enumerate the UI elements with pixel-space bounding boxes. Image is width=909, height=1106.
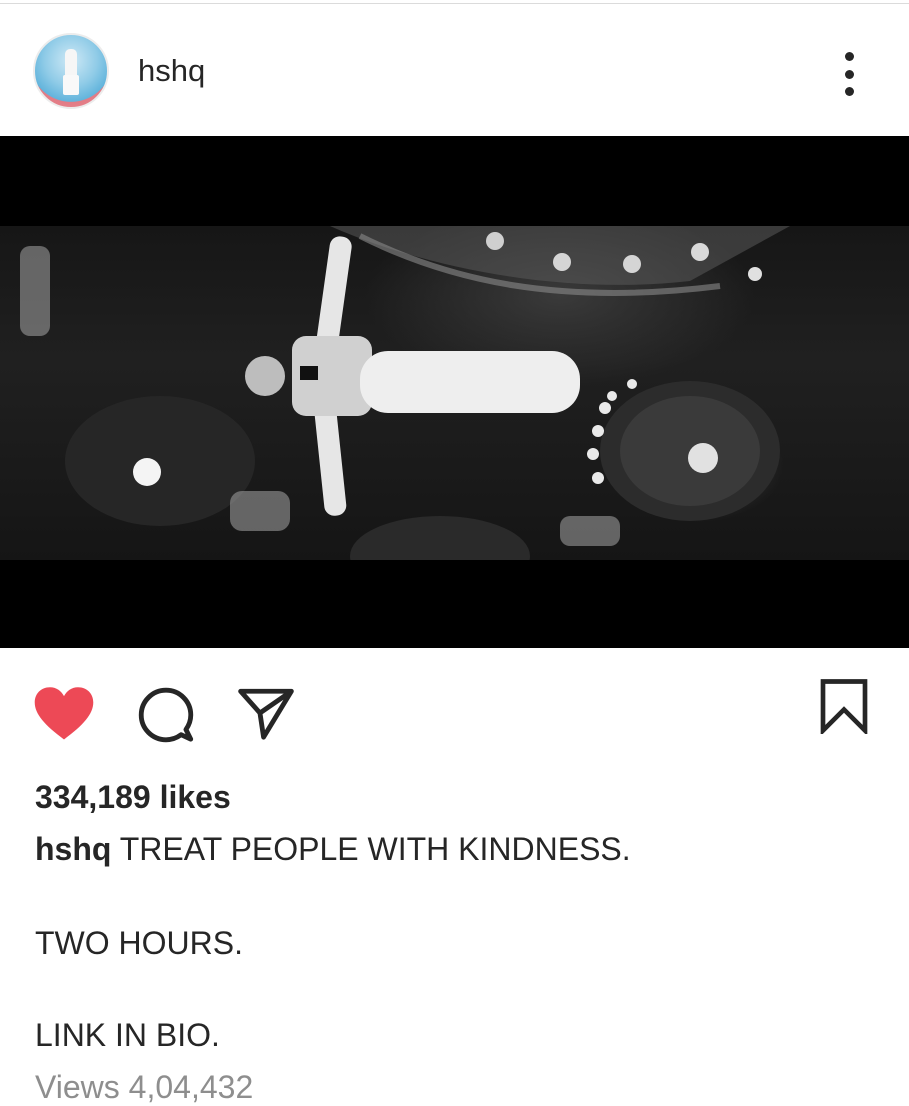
caption-first-line: hshq TREAT PEOPLE WITH KINDNESS.	[35, 830, 875, 868]
comment-svg	[138, 687, 194, 743]
paper-plane-icon[interactable]	[236, 684, 296, 742]
bookmark-icon[interactable]	[818, 678, 870, 737]
post-media[interactable]	[0, 136, 909, 648]
heart-svg	[34, 687, 94, 740]
views-count: Views 4,04,432	[35, 1069, 254, 1105]
more-dot	[844, 52, 854, 61]
video-frame	[0, 226, 909, 560]
bookmark-svg	[820, 679, 868, 737]
likes-count[interactable]: 334,189 likes	[35, 778, 231, 816]
caption-line: TWO HOURS.	[35, 925, 243, 961]
avatar-figure-legs	[63, 75, 79, 95]
caption-line: LINK IN BIO.	[35, 1017, 220, 1053]
more-dot	[844, 69, 854, 79]
post-header: hshq	[0, 4, 909, 136]
caption-text: TREAT PEOPLE WITH KINDNESS.	[119, 831, 631, 867]
comment-bubble-icon[interactable]	[137, 686, 195, 744]
video-frame-art	[20, 226, 790, 560]
avatar[interactable]	[33, 33, 109, 109]
share-svg	[238, 688, 294, 740]
more-vertical-icon[interactable]	[828, 50, 870, 98]
post-username[interactable]: hshq	[138, 53, 205, 89]
heart-filled-icon[interactable]	[33, 686, 95, 742]
post-actions	[0, 648, 909, 768]
caption-username[interactable]: hshq	[35, 831, 111, 867]
more-dot	[844, 87, 854, 96]
